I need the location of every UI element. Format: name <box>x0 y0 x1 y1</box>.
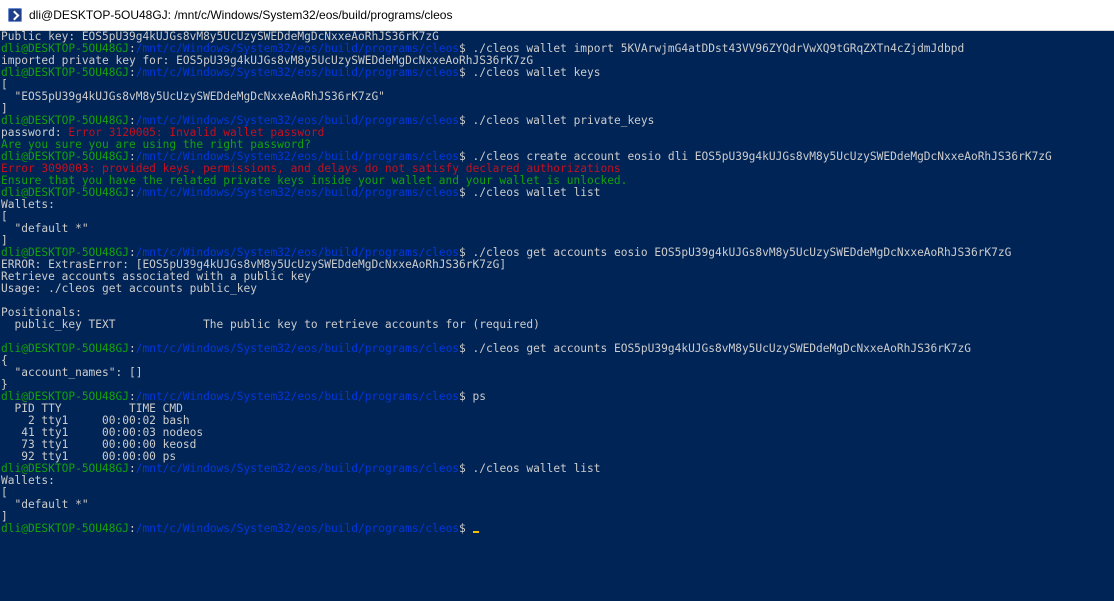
error-message: Error 3090003: provided keys, permission… <box>1 163 621 175</box>
prompt-symbol: $ <box>459 67 473 79</box>
terminal-line: Public key: EOS5pU39g4kUJGs8vM8y5UcUzySW… <box>1 31 439 43</box>
warning-message: Ensure that you have the related private… <box>1 175 628 187</box>
prompt-line: dli@DESKTOP-5OU48GJ:/mnt/c/Windows/Syste… <box>1 463 601 475</box>
prompt-path: /mnt/c/Windows/System32/eos/build/progra… <box>135 247 460 259</box>
text-cursor <box>472 531 479 533</box>
prompt-line: dli@DESKTOP-5OU48GJ:/mnt/c/Windows/Syste… <box>1 43 965 55</box>
prompt-symbol: $ <box>459 523 473 535</box>
prompt-path: /mnt/c/Windows/System32/eos/build/progra… <box>135 463 460 475</box>
terminal-line: Retrieve accounts associated with a publ… <box>1 271 311 283</box>
prompt-symbol: $ <box>459 247 473 259</box>
ps-row: 2 tty1 00:00:02 bash <box>1 415 190 427</box>
terminal-line: password: Error 3120005: Invalid wallet … <box>1 127 1114 139</box>
command-text: ./cleos wallet keys <box>472 67 601 79</box>
prompt-line: dli@DESKTOP-5OU48GJ:/mnt/c/Windows/Syste… <box>1 151 1052 163</box>
terminal-line: [ <box>1 211 8 223</box>
terminal-line: { <box>1 355 8 367</box>
prompt-path: /mnt/c/Windows/System32/eos/build/progra… <box>135 391 460 403</box>
prompt-user-host: dli@DESKTOP-5OU48GJ <box>1 463 129 475</box>
ps-header: PID TTY TIME CMD <box>1 403 183 415</box>
prompt-symbol: $ <box>459 391 473 403</box>
command-text: ./cleos wallet list <box>472 463 601 475</box>
window-title: dli@DESKTOP-5OU48GJ: /mnt/c/Windows/Syst… <box>29 8 453 22</box>
ps-row: 73 tty1 00:00:00 keosd <box>1 439 197 451</box>
prompt-user-host: dli@DESKTOP-5OU48GJ <box>1 43 129 55</box>
prompt-user-host: dli@DESKTOP-5OU48GJ <box>1 343 129 355</box>
prompt-path: /mnt/c/Windows/System32/eos/build/progra… <box>135 187 460 199</box>
prompt-symbol: $ <box>459 187 473 199</box>
command-text: ./cleos wallet list <box>472 187 601 199</box>
prompt-path: /mnt/c/Windows/System32/eos/build/progra… <box>135 523 460 535</box>
terminal-line: ] <box>1 103 8 115</box>
terminal-line: ERROR: ExtrasError: [EOS5pU39g4kUJGs8vM8… <box>1 259 507 271</box>
terminal-line: imported private key for: EOS5pU39g4kUJG… <box>1 55 534 67</box>
terminal-line: Wallets: <box>1 199 55 211</box>
title-bar: dli@DESKTOP-5OU48GJ: /mnt/c/Windows/Syst… <box>0 0 1114 31</box>
terminal-line: Positionals: <box>1 307 82 319</box>
terminal-line: ] <box>1 235 8 247</box>
prompt-symbol: $ <box>459 115 473 127</box>
terminal-line: Usage: ./cleos get accounts public_key <box>1 283 257 295</box>
prompt-line: dli@DESKTOP-5OU48GJ:/mnt/c/Windows/Syste… <box>1 67 601 79</box>
prompt-user-host: dli@DESKTOP-5OU48GJ <box>1 151 129 163</box>
prompt-path: /mnt/c/Windows/System32/eos/build/progra… <box>135 115 460 127</box>
prompt-path: /mnt/c/Windows/System32/eos/build/progra… <box>135 67 460 79</box>
prompt-symbol: $ <box>459 43 473 55</box>
ps-row: 92 tty1 00:00:00 ps <box>1 451 177 463</box>
prompt-line: dli@DESKTOP-5OU48GJ:/mnt/c/Windows/Syste… <box>1 115 655 127</box>
prompt-user-host: dli@DESKTOP-5OU48GJ <box>1 391 129 403</box>
prompt-line: dli@DESKTOP-5OU48GJ:/mnt/c/Windows/Syste… <box>1 391 487 403</box>
terminal-line: Wallets: <box>1 475 55 487</box>
prompt-symbol: $ <box>459 343 473 355</box>
terminal-line: public_key TEXT The public key to retrie… <box>1 319 540 331</box>
prompt-user-host: dli@DESKTOP-5OU48GJ <box>1 247 129 259</box>
prompt-line: dli@DESKTOP-5OU48GJ:/mnt/c/Windows/Syste… <box>1 343 971 355</box>
prompt-path: /mnt/c/Windows/System32/eos/build/progra… <box>135 43 460 55</box>
password-label: password: <box>1 127 69 139</box>
prompt-line: dli@DESKTOP-5OU48GJ:/mnt/c/Windows/Syste… <box>1 187 601 199</box>
terminal-line: "default *" <box>1 223 89 235</box>
prompt-user-host: dli@DESKTOP-5OU48GJ <box>1 187 129 199</box>
command-text: ./cleos wallet import 5KVArwjmG4atDDst43… <box>472 43 965 55</box>
command-text: ./cleos create account eosio dli EOS5pU3… <box>472 151 1052 163</box>
error-message: Error 3120005: Invalid wallet password <box>68 127 325 139</box>
prompt-line: dli@DESKTOP-5OU48GJ:/mnt/c/Windows/Syste… <box>1 247 1012 259</box>
terminal-output[interactable]: Public key: EOS5pU39g4kUJGs8vM8y5UcUzySW… <box>0 31 1114 601</box>
terminal-icon <box>8 8 22 22</box>
command-text: ./cleos get accounts eosio EOS5pU39g4kUJ… <box>472 247 1012 259</box>
prompt-path: /mnt/c/Windows/System32/eos/build/progra… <box>135 343 460 355</box>
terminal-line: "EOS5pU39g4kUJGs8vM8y5UcUzySWEDdeMgDcNxx… <box>1 91 385 103</box>
terminal-line: [ <box>1 487 8 499</box>
ps-row: 41 tty1 00:00:03 nodeos <box>1 427 204 439</box>
prompt-line-active[interactable]: dli@DESKTOP-5OU48GJ:/mnt/c/Windows/Syste… <box>1 523 1114 535</box>
prompt-path: /mnt/c/Windows/System32/eos/build/progra… <box>135 151 460 163</box>
prompt-user-host: dli@DESKTOP-5OU48GJ <box>1 67 129 79</box>
command-text: ./cleos wallet private_keys <box>472 115 655 127</box>
warning-message: Are you sure you are using the right pas… <box>1 139 311 151</box>
terminal-line: "account_names": [] <box>1 367 143 379</box>
terminal-line: } <box>1 379 8 391</box>
prompt-symbol: $ <box>459 463 473 475</box>
terminal-line: "default *" <box>1 499 89 511</box>
prompt-user-host: dli@DESKTOP-5OU48GJ <box>1 115 129 127</box>
command-text: ./cleos get accounts EOS5pU39g4kUJGs8vM8… <box>472 343 971 355</box>
prompt-user-host: dli@DESKTOP-5OU48GJ <box>1 523 129 535</box>
terminal-line: [ <box>1 79 8 91</box>
terminal-line: ] <box>1 511 8 523</box>
prompt-symbol: $ <box>459 151 473 163</box>
command-text: ps <box>472 391 487 403</box>
